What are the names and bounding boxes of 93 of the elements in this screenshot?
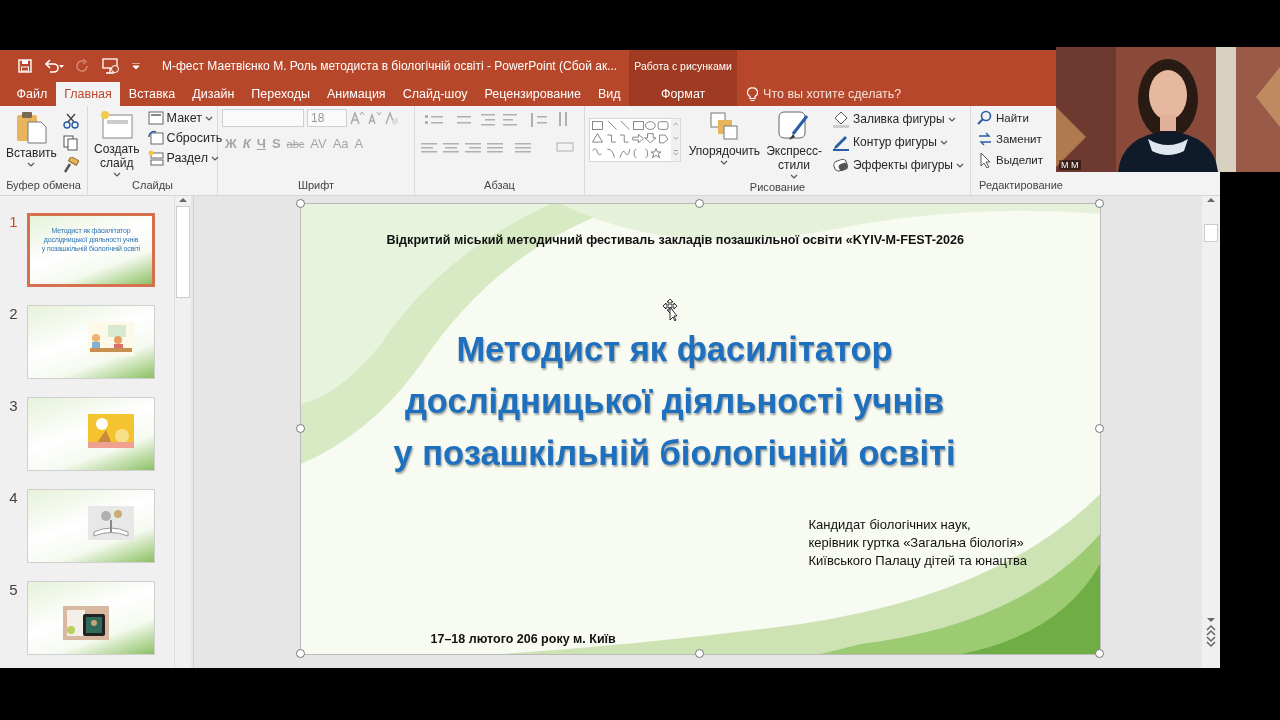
new-slide-icon xyxy=(99,110,134,140)
caret-icon xyxy=(790,174,799,179)
slides-menu-button[interactable]: Раздел xyxy=(145,149,225,167)
clipboard-icon xyxy=(15,110,48,144)
select-arrow-icon xyxy=(977,152,993,168)
resize-handle[interactable] xyxy=(295,199,305,208)
slides-menu-button[interactable]: Макет xyxy=(145,109,225,127)
next-slide-icon[interactable] xyxy=(1206,636,1216,648)
group-label: Рисование xyxy=(748,180,807,195)
shape-format-button[interactable]: Заливка фигуры xyxy=(830,109,966,129)
slide-header: Відкритий міський методичний фестиваль закладів позашкільної освіти «KYIV-M-FEST-2026 xyxy=(385,232,965,249)
move-cursor-icon xyxy=(662,299,677,321)
effects-icon xyxy=(832,156,850,174)
layout-icon xyxy=(147,110,164,126)
editing-button[interactable]: Выделит xyxy=(975,151,1046,169)
resize-handle[interactable] xyxy=(1094,424,1104,433)
ribbon-tab[interactable]: Вид xyxy=(589,82,630,106)
participant-name: М М xyxy=(1059,160,1081,170)
slides-menu-button[interactable]: Сбросить xyxy=(145,129,225,147)
slide-thumbnail[interactable] xyxy=(27,581,155,655)
slide-thumbnail[interactable] xyxy=(27,489,155,563)
cut-icon[interactable] xyxy=(62,113,79,129)
slide-title: Методист як фасилітатор дослідницької діяльності учнів у позашкільній біологічній освіті xyxy=(392,329,957,474)
group-label: Слайды xyxy=(131,178,174,193)
editing-button[interactable]: Найти xyxy=(975,109,1031,127)
group-label: Редактирование xyxy=(978,178,1064,193)
ribbon-tab[interactable]: Вставка xyxy=(120,82,184,106)
ribbon-tab[interactable]: Слайд-шоу xyxy=(394,82,476,106)
resize-handle[interactable] xyxy=(695,199,704,208)
quick-styles-button[interactable]: Экспресс-стили xyxy=(764,109,824,180)
pen-icon xyxy=(832,133,850,151)
search-icon xyxy=(977,110,993,126)
caret-icon xyxy=(720,160,729,165)
format-painter-icon[interactable] xyxy=(62,157,79,173)
resize-handle[interactable] xyxy=(1094,199,1104,208)
group-label: Шрифт xyxy=(296,178,336,193)
arrange-button[interactable]: Упорядочить xyxy=(686,109,763,166)
ribbon-tab[interactable]: Рецензирование xyxy=(475,82,590,106)
customize-caret-icon[interactable] xyxy=(132,63,140,69)
slide-number: 5 xyxy=(8,581,19,598)
caret-icon xyxy=(205,115,213,121)
slide-thumbnail[interactable] xyxy=(27,305,155,379)
undo-icon[interactable] xyxy=(44,59,64,73)
lightbulb-icon[interactable] xyxy=(747,86,759,102)
section-icon xyxy=(147,150,164,166)
resize-handle[interactable] xyxy=(295,649,305,658)
caret-icon xyxy=(27,162,36,167)
caret-icon xyxy=(939,139,948,145)
group-label: Абзац xyxy=(483,178,516,193)
clear-formatting-icon[interactable] xyxy=(384,111,398,125)
caret-icon xyxy=(956,162,964,168)
group-label: Буфер обмена xyxy=(5,178,82,193)
scrollbar-thumb[interactable] xyxy=(1204,224,1218,242)
arrange-icon xyxy=(708,110,741,142)
paste-button[interactable]: Вставить xyxy=(4,109,59,168)
ribbon-tab[interactable]: Переходы xyxy=(242,82,319,106)
ribbon-tab[interactable]: Дизайн xyxy=(183,82,243,106)
reset-icon xyxy=(147,130,164,146)
resize-handle[interactable] xyxy=(695,649,704,658)
slide-number: 4 xyxy=(8,489,19,506)
scroll-down-icon[interactable] xyxy=(1206,616,1216,624)
slide-number: 2 xyxy=(8,305,19,322)
shrink-font-icon[interactable] xyxy=(367,111,381,125)
previous-slide-icon[interactable] xyxy=(1206,624,1216,636)
scrollbar-thumb[interactable] xyxy=(176,206,190,298)
caret-icon xyxy=(947,116,956,122)
context-group-label: Работа с рисунками xyxy=(629,50,738,82)
paint-bucket-icon xyxy=(832,110,850,128)
caret-icon xyxy=(112,172,121,177)
ribbon-tab[interactable]: Анимация xyxy=(318,82,395,106)
resize-handle[interactable] xyxy=(295,424,305,433)
replace-icon xyxy=(977,131,993,147)
caret-icon xyxy=(210,155,219,161)
save-icon[interactable] xyxy=(18,59,32,73)
author-text: Кандидат біологічних наук, керівник гуртка «Загальна біологія» Київського Палацу дітей та юнацтва xyxy=(808,516,1028,570)
editing-button[interactable]: Заменит xyxy=(975,130,1044,148)
tell-me-field[interactable]: Что вы хотите сделать? xyxy=(763,87,954,101)
slide-number: 1 xyxy=(8,213,19,230)
slide-number: 3 xyxy=(8,397,19,414)
shape-format-button[interactable]: Эффекты фигуры xyxy=(830,155,966,175)
shape-format-button[interactable]: Контур фигуры xyxy=(830,132,966,152)
date-text: 17–18 лютого 206 року м. Київ xyxy=(430,631,617,647)
ribbon-tab[interactable]: Файл xyxy=(8,82,56,106)
copy-icon[interactable] xyxy=(62,135,79,151)
resize-handle[interactable] xyxy=(1094,649,1104,658)
ribbon-tab[interactable]: Главная xyxy=(55,82,121,106)
presenter-icon[interactable] xyxy=(102,58,120,74)
ribbon-tab[interactable]: Формат xyxy=(629,82,738,106)
slide-thumbnail[interactable] xyxy=(27,397,155,471)
window-title: М-фест Маетвієнко М. Роль методиста в біологічній освіті - PowerPoint (Сбой ак... xyxy=(162,59,619,73)
grow-font-icon[interactable] xyxy=(350,111,364,125)
redo-icon[interactable] xyxy=(76,59,90,73)
new-slide-button[interactable]: Создать слайд xyxy=(92,109,142,178)
